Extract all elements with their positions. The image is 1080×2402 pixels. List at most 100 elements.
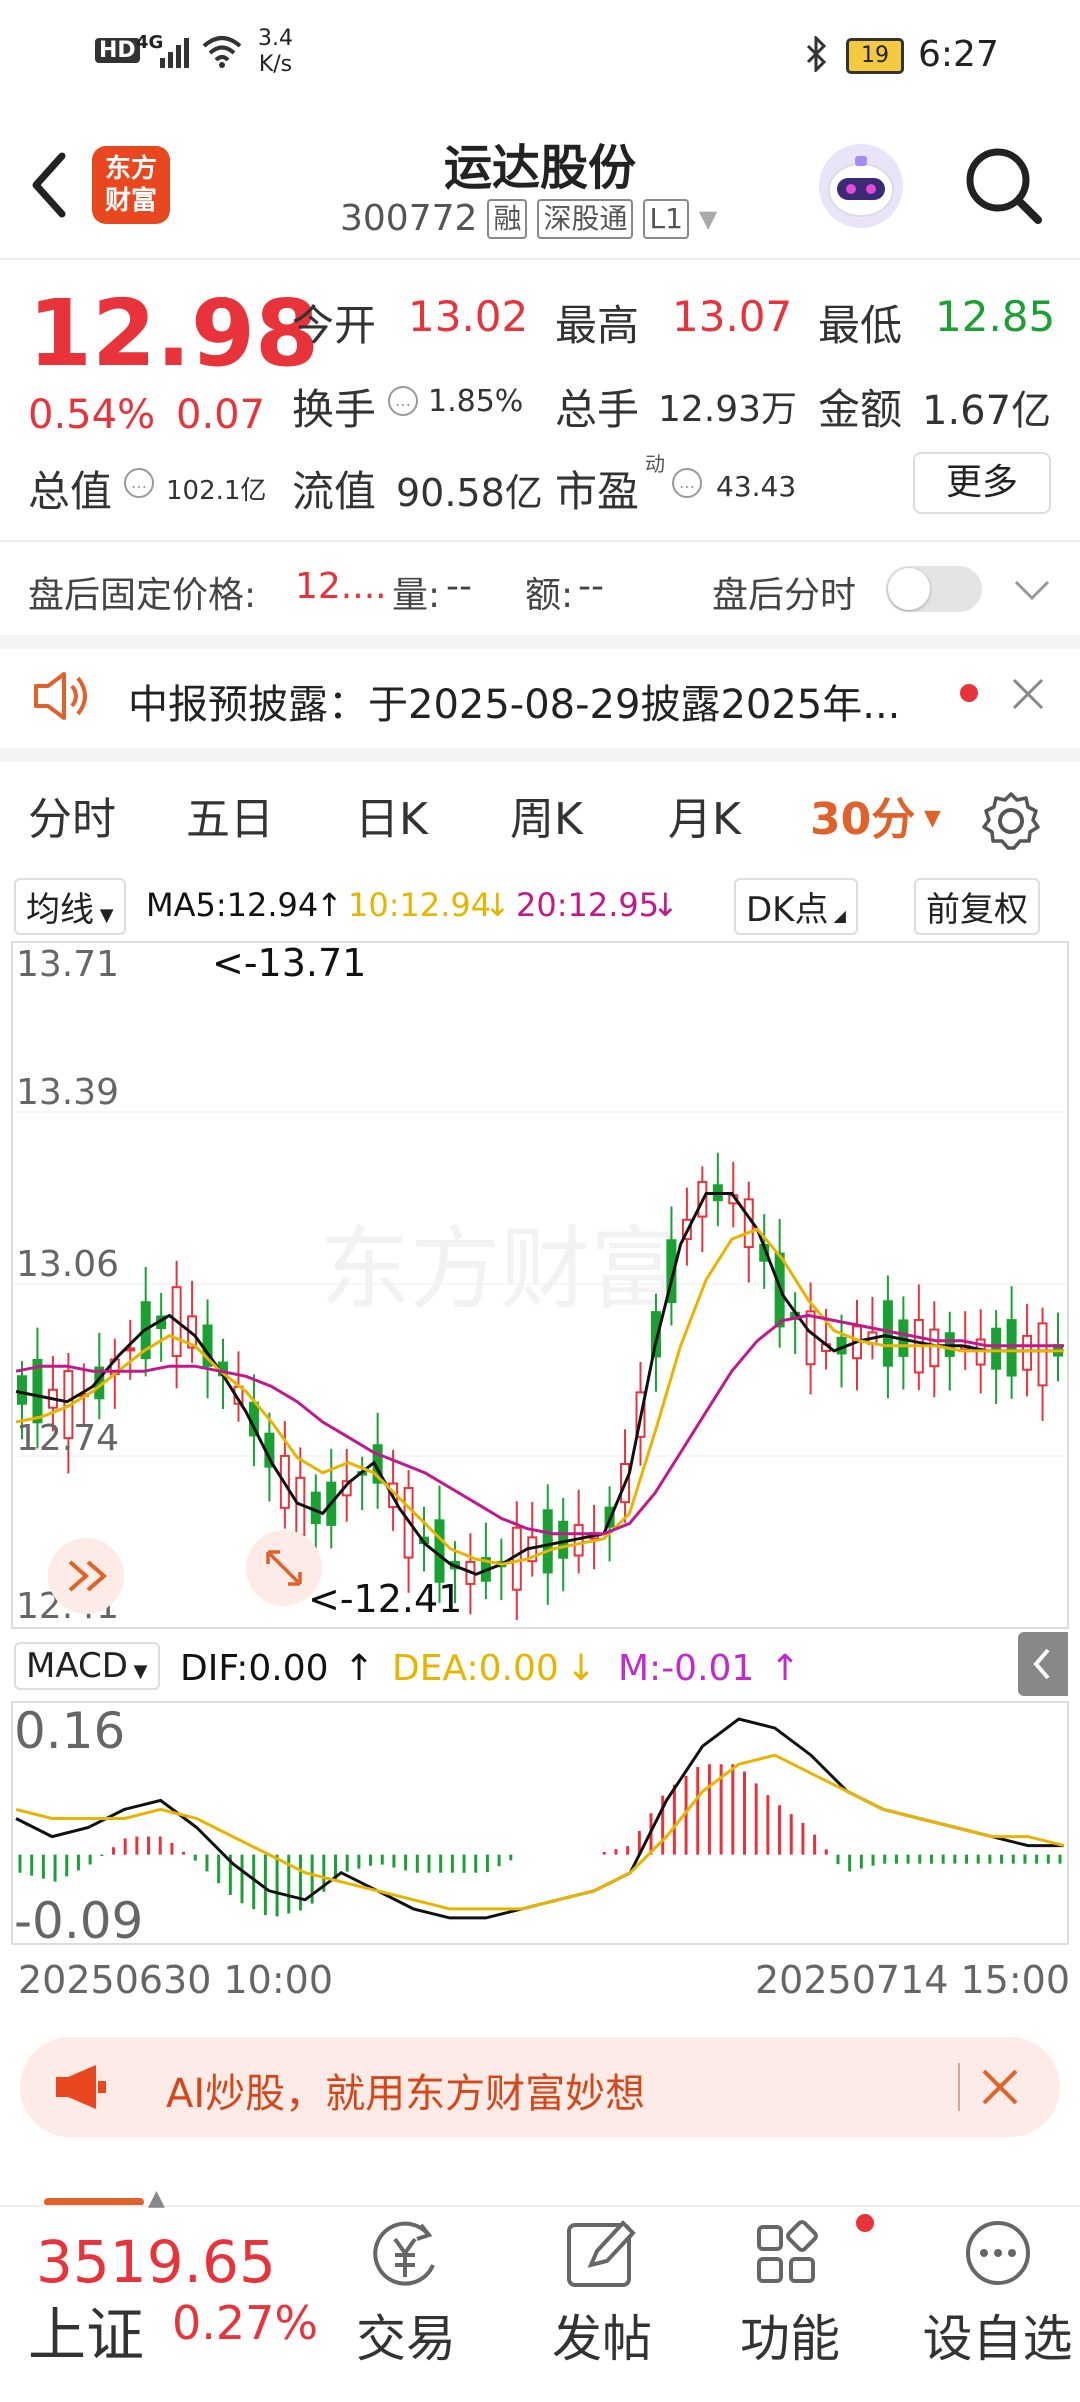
net-speed-unit: K/s — [258, 52, 293, 77]
info-icon[interactable]: … — [388, 386, 418, 416]
macd-dif-line — [15, 1717, 1064, 1920]
more-button[interactable]: 更多 — [913, 452, 1051, 514]
watermark: 东方财富 — [320, 1217, 680, 1322]
notice-text[interactable]: 中报预披露：于2025-08-29披露2025年... — [128, 672, 948, 730]
status-bar: HD 4G 3.4 K/s 19 6:27 — [0, 0, 1080, 110]
change-amount: 0.07 — [176, 392, 266, 438]
chevron-down-icon[interactable] — [1012, 576, 1052, 604]
info-icon[interactable]: … — [672, 468, 702, 498]
amount-label: 金额 — [818, 385, 903, 434]
macd-bottom-label: -0.09 — [14, 1892, 143, 1946]
index-value[interactable]: 3519.65 — [36, 2228, 276, 2296]
volume-label: 总手 — [555, 385, 640, 434]
macd-chart[interactable]: 0.16 -0.09 — [0, 1700, 1080, 1946]
macd-frame — [11, 1701, 1069, 1945]
x-axis-start: 20250630 10:00 — [18, 1958, 334, 2002]
ai-promo-banner[interactable]: AI炒股，就用东方财富妙想 — [20, 2037, 1060, 2137]
edit-icon — [567, 2220, 636, 2287]
after-hours-price: 12.... — [295, 566, 387, 607]
notification-dot — [856, 2214, 874, 2232]
ma-toolbar: 均线 ▼ MA5:12.94 ↑ 10:12.94 ↓ 20:12.95 ↓ D… — [0, 878, 1080, 935]
tab-30min-dropdown-icon[interactable]: ▼ — [924, 806, 941, 831]
header-divider — [0, 258, 1080, 260]
nav-add-watchlist-label: 设自选 — [922, 2310, 1073, 2368]
open-label: 今开 — [292, 301, 377, 350]
stock-name: 运达股份 — [443, 140, 636, 196]
dropdown-icon[interactable]: ▼ — [699, 205, 717, 233]
side-panel-toggle[interactable] — [1018, 1632, 1068, 1696]
tab-intraday[interactable]: 分时 — [28, 783, 116, 847]
chevron-left-icon — [1033, 1648, 1050, 1680]
stock-meta[interactable]: 300772 融 深股通 L1 ▼ — [340, 198, 717, 239]
candle-body — [882, 1300, 893, 1367]
index-change[interactable]: 0.27% — [172, 2296, 318, 2350]
high-value: 13.07 — [672, 292, 793, 341]
nav-trade[interactable]: 交易 — [336, 2215, 476, 2371]
ma-selector[interactable]: 均线 ▼ — [14, 878, 126, 935]
nav-functions[interactable]: 功能 — [720, 2215, 860, 2371]
corner-triangle-icon: ◢ — [828, 906, 846, 925]
y-label-2: 13.39 — [16, 1072, 119, 1113]
wifi-icon — [202, 36, 242, 68]
nav-post[interactable]: 发帖 — [532, 2215, 672, 2371]
tab-five-day[interactable]: 五日 — [186, 783, 274, 847]
after-hours-vol-label: 量: — [392, 575, 441, 616]
dk-point-button[interactable]: DK点 ◢ — [734, 878, 858, 935]
toggle-knob — [888, 568, 930, 610]
candlestick-chart[interactable]: 东方财富 13.71 13.39 13.06 12.74 12.41 <-13.… — [0, 940, 1080, 1630]
macd-lines — [15, 1717, 1065, 1920]
candle-body — [542, 1509, 553, 1574]
megaphone-icon — [56, 2065, 106, 2109]
gear-icon[interactable] — [980, 790, 1042, 852]
candle-body — [805, 1310, 816, 1366]
market-cap-label: 总值 — [28, 467, 113, 516]
dropdown-icon: ▼ — [127, 1661, 148, 1682]
fullscreen-icon — [246, 1530, 322, 1606]
candle-body — [991, 1327, 1002, 1370]
after-hours-toggle-label: 盘后分时 — [712, 575, 857, 616]
ai-robot-avatar[interactable] — [815, 140, 907, 232]
tab-daily-k[interactable]: 日K — [355, 783, 428, 847]
turnover-value: 1.85% — [428, 384, 524, 419]
candle-body — [929, 1328, 940, 1368]
index-name[interactable]: 上证 — [28, 2288, 144, 2372]
after-hours-toggle[interactable] — [886, 566, 982, 612]
notice-unread-dot — [960, 684, 978, 702]
adjust-button[interactable]: 前复权 — [914, 878, 1040, 935]
indicator-selector[interactable]: MACD ▼ — [14, 1642, 160, 1690]
arrow-down-icon: ↓ — [652, 886, 679, 924]
ai-banner-text: AI炒股，就用东方财富妙想 — [166, 2071, 646, 2117]
apps-grid-icon — [757, 2220, 818, 2283]
close-icon[interactable] — [980, 2067, 1020, 2107]
current-price: 12.98 — [28, 280, 320, 387]
search-icon[interactable] — [962, 144, 1044, 226]
y-label-4: 12.74 — [16, 1418, 119, 1459]
dea-legend: DEA:0.00 — [392, 1648, 559, 1689]
y-label-mid: 13.06 — [16, 1244, 119, 1285]
tab-30min[interactable]: 30分 — [810, 783, 915, 847]
battery-icon: 19 — [846, 38, 904, 74]
pe-superscript: 动 — [645, 452, 665, 476]
tag-margin: 融 — [487, 198, 528, 239]
close-icon[interactable] — [1010, 676, 1046, 712]
candle-body — [17, 1375, 27, 1405]
arrow-up-icon: ↑ — [344, 1648, 375, 1689]
arrow-down-icon: ↓ — [484, 886, 511, 924]
nav-add-watchlist[interactable]: 设自选 — [915, 2215, 1080, 2371]
tab-monthly-k[interactable]: 月K — [668, 783, 741, 847]
banner-divider — [958, 2063, 960, 2111]
candle-body — [1006, 1319, 1017, 1377]
nav-trade-label: 交易 — [356, 2310, 456, 2368]
dropdown-icon: ▼ — [94, 905, 114, 926]
stock-code: 300772 — [340, 198, 478, 239]
tab-weekly-k[interactable]: 周K — [510, 783, 583, 847]
turnover-label: 换手 — [292, 385, 377, 434]
candle-body — [1037, 1322, 1048, 1387]
info-icon[interactable]: … — [124, 468, 154, 498]
indicator-selector-label: MACD — [26, 1646, 128, 1686]
nav-post-label: 发帖 — [552, 2310, 652, 2368]
macd-dea-line — [15, 1753, 1065, 1911]
low-value: 12.85 — [935, 292, 1056, 341]
ma-selector-label: 均线 — [26, 890, 94, 930]
x-axis-end: 20250714 15:00 — [755, 1958, 1071, 2002]
